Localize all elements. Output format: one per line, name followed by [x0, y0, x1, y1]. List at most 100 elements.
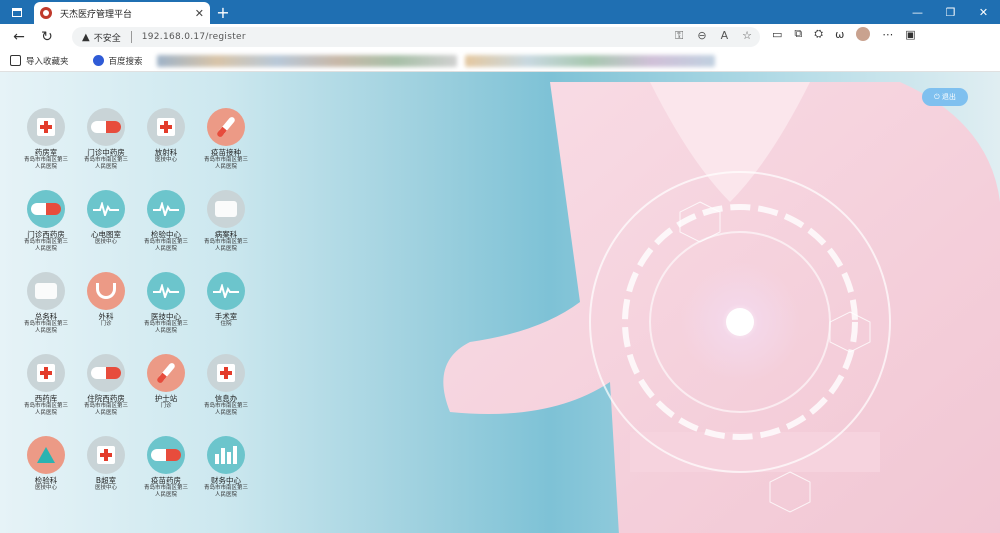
department-tile[interactable]: B超室 医技中心 [78, 436, 134, 492]
minimize-icon[interactable]: — [901, 0, 934, 24]
site-favicon-icon [40, 7, 52, 19]
department-tile[interactable]: 门诊中药房 青岛市市南区第三 人民医院 [78, 108, 134, 171]
wallet-icon[interactable]: ω [835, 28, 844, 41]
insecure-label[interactable]: 不安全 [94, 31, 121, 44]
logout-icon: ⏻ [934, 92, 940, 101]
department-subtitle: 青岛市市南区第三 [23, 239, 68, 245]
department-subtitle: 青岛市市南区第三 [203, 239, 248, 245]
refresh-icon[interactable]: ↻ [36, 24, 58, 50]
department-tile[interactable]: 护士站 门诊 [138, 354, 194, 410]
department-tile[interactable]: 疫苗接种 青岛市市南区第三 人民医院 [198, 108, 254, 171]
department-subtitle: 人民医院 [34, 246, 57, 252]
pill-icon [27, 190, 65, 228]
syringe-icon [147, 354, 185, 392]
sidebar-icon[interactable]: ▣ [905, 28, 915, 41]
tab-active[interactable]: 天杰医疗管理平台 ✕ [34, 2, 210, 24]
baidu-icon [92, 55, 104, 66]
department-subtitle: 人民医院 [154, 246, 177, 252]
department-subtitle: 人民医院 [214, 164, 237, 170]
department-name: 医技中心 [151, 312, 181, 321]
key-icon[interactable]: ⚿ [675, 29, 683, 43]
department-tile[interactable]: 放射科 医技中心 [138, 108, 194, 164]
department-name: 外科 [98, 312, 114, 321]
url-text[interactable]: 192.168.0.17/register [142, 32, 246, 42]
department-tile[interactable]: 信息办 青岛市市南区第三 人民医院 [198, 354, 254, 417]
chat-icon [27, 272, 65, 310]
pill-icon [87, 108, 125, 146]
logout-button[interactable]: ⏻ 退出 [922, 88, 968, 106]
bookmark-import[interactable]: 导入收藏夹 [10, 55, 69, 67]
import-icon [10, 55, 21, 66]
zoom-icon[interactable]: ⊖ [697, 29, 706, 43]
profile-avatar[interactable] [856, 27, 871, 41]
cross-icon [207, 354, 245, 392]
department-subtitle: 青岛市市南区第三 [143, 321, 188, 327]
department-tile[interactable]: 医技中心 青岛市市南区第三 人民医院 [138, 272, 194, 335]
bookmarks-bar: 导入收藏夹 百度搜索 [0, 50, 1000, 72]
favorite-star-icon[interactable]: ☆ [742, 29, 752, 43]
department-tile[interactable]: 疫苗药房 青岛市市南区第三 人民医院 [138, 436, 194, 499]
read-aloud-icon[interactable]: A [721, 29, 729, 43]
bookmark-import-label: 导入收藏夹 [26, 56, 69, 67]
department-subtitle: 人民医院 [94, 164, 117, 170]
department-tile[interactable]: 手术室 住院 [198, 272, 254, 328]
department-subtitle: 医技中心 [34, 485, 57, 491]
department-subtitle: 人民医院 [214, 410, 237, 416]
bookmark-baidu[interactable]: 百度搜索 [92, 55, 143, 67]
cross-icon [27, 354, 65, 392]
bars-icon [207, 436, 245, 474]
department-tile[interactable]: 西药库 青岛市市南区第三 人民医院 [18, 354, 74, 417]
department-tile[interactable]: 总务科 青岛市市南区第三 人民医院 [18, 272, 74, 335]
department-tile[interactable]: 住院西药房 青岛市市南区第三 人民医院 [78, 354, 134, 417]
department-subtitle: 人民医院 [214, 246, 237, 252]
address-bar[interactable]: ▲ 不安全 192.168.0.17/register ⚿ ⊖ A ☆ [72, 27, 760, 47]
department-subtitle: 人民医院 [154, 492, 177, 498]
department-tile[interactable]: 药房室 青岛市市南区第三 人民医院 [18, 108, 74, 171]
department-subtitle: 医技中心 [94, 239, 117, 245]
department-tile[interactable]: 检验科 医技中心 [18, 436, 74, 492]
department-name: B超室 [95, 476, 117, 485]
bookmark-baidu-label: 百度搜索 [108, 56, 143, 67]
close-window-icon[interactable]: ✕ [967, 0, 1000, 24]
department-subtitle: 门诊 [100, 321, 112, 327]
more-icon[interactable]: ⋯ [882, 28, 893, 41]
tab-title: 天杰医疗管理平台 [60, 9, 133, 20]
department-tile[interactable]: 门诊西药房 青岛市市南区第三 人民医院 [18, 190, 74, 253]
workspaces-button[interactable] [0, 0, 34, 24]
close-tab-icon[interactable]: ✕ [195, 7, 204, 20]
department-subtitle: 青岛市市南区第三 [203, 403, 248, 409]
pill-icon [147, 436, 185, 474]
split-screen-icon[interactable]: ▭ [772, 28, 782, 41]
maximize-icon[interactable]: ❐ [934, 0, 967, 24]
warning-icon[interactable]: ▲ [82, 32, 90, 43]
department-subtitle: 人民医院 [34, 410, 57, 416]
department-name: 药房室 [34, 148, 58, 157]
address-divider [130, 31, 132, 43]
department-subtitle: 人民医院 [214, 492, 237, 498]
game-icon[interactable]: ⛭ [814, 27, 823, 41]
department-name: 病案科 [214, 230, 238, 239]
department-tile[interactable]: 病案科 青岛市市南区第三 人民医院 [198, 190, 254, 253]
department-tile[interactable]: 心电图室 医技中心 [78, 190, 134, 246]
department-name: 疫苗药房 [151, 476, 181, 485]
window-controls: — ❐ ✕ [901, 0, 1000, 24]
extensions-icon[interactable]: ⧉ [794, 27, 802, 41]
chat-icon [207, 190, 245, 228]
syringe-icon [207, 108, 245, 146]
cross-icon [147, 108, 185, 146]
department-tile[interactable]: 外科 门诊 [78, 272, 134, 328]
department-subtitle: 医技中心 [94, 485, 117, 491]
cross-icon [87, 436, 125, 474]
doctor-background-image [443, 82, 1000, 533]
back-icon[interactable]: ← [8, 24, 30, 50]
department-tile[interactable]: 检验中心 青岛市市南区第三 人民医院 [138, 190, 194, 253]
flask-icon [27, 436, 65, 474]
department-subtitle: 医技中心 [154, 157, 177, 163]
department-name: 手术室 [214, 312, 238, 321]
department-tile[interactable]: 财务中心 青岛市市南区第三 人民医院 [198, 436, 254, 499]
department-subtitle: 青岛市市南区第三 [143, 485, 188, 491]
pulse-icon [87, 190, 125, 228]
new-tab-button[interactable]: + [210, 0, 236, 24]
department-name: 信息办 [214, 394, 238, 403]
department-name: 心电图室 [91, 230, 121, 239]
